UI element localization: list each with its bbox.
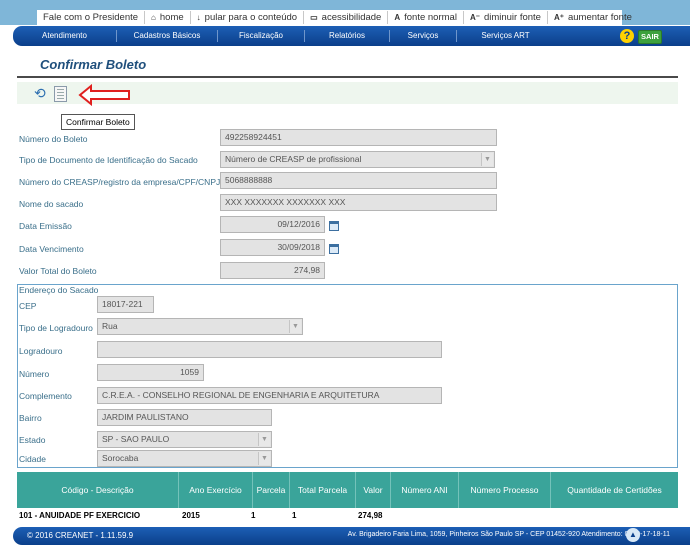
col-ano: Ano Exercício	[179, 472, 253, 508]
home-icon: ⌂	[151, 13, 156, 22]
red-arrow-annotation	[78, 84, 130, 106]
link-font-normal[interactable]: Afonte normal	[388, 11, 464, 24]
nome-sacado-field[interactable]: XXX XXXXXXX XXXXXXX XXX	[220, 194, 497, 211]
footer: © 2016 CREANET - 1.11.59.9 Av. Brigadeir…	[13, 527, 690, 545]
chevron-down-icon: ▼	[258, 433, 270, 446]
logradouro-field[interactable]	[97, 341, 442, 358]
numero-creasp-field[interactable]: 5068888888	[220, 172, 497, 189]
footer-address: Av. Brigadeiro Faria Lima, 1059, Pinheir…	[347, 531, 670, 538]
link-accessibility[interactable]: ▭ acessibilidade	[304, 11, 389, 24]
calendar-icon[interactable]	[329, 221, 339, 231]
font-increase-icon: A⁺	[553, 13, 564, 22]
col-total-parcela: Total Parcela	[290, 472, 356, 508]
nav-atendimento[interactable]: Atendimento	[13, 30, 117, 42]
data-vencimento-field[interactable]: 30/09/2018	[220, 239, 325, 256]
cep-field[interactable]: 18017-221	[97, 296, 154, 313]
data-emissao-label: Data Emissão	[19, 221, 72, 231]
address-legend: Endereço do Sacado	[19, 285, 99, 295]
tooltip: Confirmar Boleto	[61, 114, 135, 130]
page-title: Confirmar Boleto	[40, 57, 147, 72]
tipo-documento-select[interactable]: Número de CREASP de profissional ▼	[220, 151, 495, 168]
valor-total-label: Valor Total do Boleto	[19, 266, 97, 276]
table-row[interactable]: 101 - ANUIDADE PF EXERCICIO 2015 1 1 274…	[17, 511, 678, 523]
link-skip-content[interactable]: ↓ pular para o conteúdo	[191, 11, 305, 24]
link-fale-presidente[interactable]: Fale com o Presidente	[37, 11, 146, 24]
main-nav: Atendimento Cadastros Básicos Fiscalizaç…	[13, 26, 690, 46]
cell-ano: 2015	[182, 511, 200, 520]
logradouro-label: Logradouro	[19, 346, 63, 356]
col-valor: Valor	[356, 472, 391, 508]
tipo-logradouro-select[interactable]: Rua ▼	[97, 318, 303, 335]
col-parcela: Parcela	[253, 472, 290, 508]
link-home[interactable]: ⌂ home	[145, 11, 191, 24]
chevron-down-icon: ▼	[258, 452, 270, 465]
table-header: Código - Descrição Ano Exercício Parcela…	[17, 472, 678, 508]
back-icon[interactable]: ⟲	[34, 85, 46, 102]
estado-label: Estado	[19, 435, 46, 445]
nav-servicos-art[interactable]: Serviços ART	[457, 30, 554, 42]
accessibility-links: Fale com o Presidente ⌂ home ↓ pular para …	[37, 10, 632, 25]
col-numero-processo: Número Processo	[459, 472, 551, 508]
nav-cadastros-basicos[interactable]: Cadastros Básicos	[117, 30, 218, 42]
cell-parcela: 1	[251, 511, 256, 520]
link-font-increase[interactable]: A⁺ aumentar fonte	[548, 11, 638, 24]
nav-relatorios[interactable]: Relatórios	[305, 30, 390, 42]
logout-button[interactable]: SAIR	[638, 30, 662, 44]
calendar-icon[interactable]	[329, 244, 339, 254]
nav-fiscalizacao[interactable]: Fiscalização	[218, 30, 305, 42]
title-divider	[17, 76, 678, 78]
valor-total-field[interactable]: 274,98	[220, 262, 325, 279]
nome-sacado-label: Nome do sacado	[19, 199, 84, 209]
numero-field[interactable]: 1059	[97, 364, 204, 381]
tipo-logradouro-label: Tipo de Logradouro	[19, 323, 93, 333]
font-decrease-icon: A⁻	[469, 13, 480, 22]
chevron-down-icon: ▼	[289, 320, 301, 333]
cidade-select[interactable]: Sorocaba ▼	[97, 450, 272, 467]
data-vencimento-label: Data Vencimento	[19, 244, 84, 254]
data-emissao-field[interactable]: 09/12/2016	[220, 216, 325, 233]
col-numero-ani: Número ANI	[391, 472, 459, 508]
footer-version: © 2016 CREANET - 1.11.59.9	[27, 531, 134, 540]
chevron-down-icon: ▼	[481, 153, 493, 166]
down-arrow-icon: ↓	[196, 13, 201, 22]
accessibility-icon: ▭	[310, 13, 318, 22]
complemento-label: Complemento	[19, 391, 72, 401]
link-font-decrease[interactable]: A⁻ diminuir fonte	[464, 11, 548, 24]
cidade-label: Cidade	[19, 454, 46, 464]
help-icon[interactable]: ?	[620, 29, 634, 43]
cell-valor: 274,98	[358, 511, 383, 520]
nav-servicos[interactable]: Serviços	[390, 30, 457, 42]
estado-select[interactable]: SP - SAO PAULO ▼	[97, 431, 272, 448]
back-to-top-icon[interactable]: ▲	[626, 528, 640, 542]
cep-label: CEP	[19, 301, 37, 311]
font-icon: A	[394, 13, 401, 22]
bairro-field[interactable]: JARDIM PAULISTANO	[97, 409, 272, 426]
cell-codigo: 101 - ANUIDADE PF EXERCICIO	[19, 511, 141, 520]
numero-creasp-label: Número do CREASP/registro da empresa/CPF…	[19, 177, 221, 187]
numero-label: Número	[19, 369, 50, 379]
complemento-field[interactable]: C.R.E.A. - CONSELHO REGIONAL DE ENGENHAR…	[97, 387, 442, 404]
numero-boleto-field[interactable]: 492258924451	[220, 129, 497, 146]
numero-boleto-label: Número do Boleto	[19, 134, 88, 144]
col-codigo: Código - Descrição	[17, 472, 179, 508]
bairro-label: Bairro	[19, 413, 42, 423]
tipo-documento-label: Tipo de Documento de Identificação do Sa…	[19, 155, 198, 165]
confirm-boleto-icon[interactable]	[54, 86, 67, 102]
cell-total-parcela: 1	[292, 511, 297, 520]
col-quantidade-certidoes: Quantidade de Certidões	[567, 485, 662, 495]
